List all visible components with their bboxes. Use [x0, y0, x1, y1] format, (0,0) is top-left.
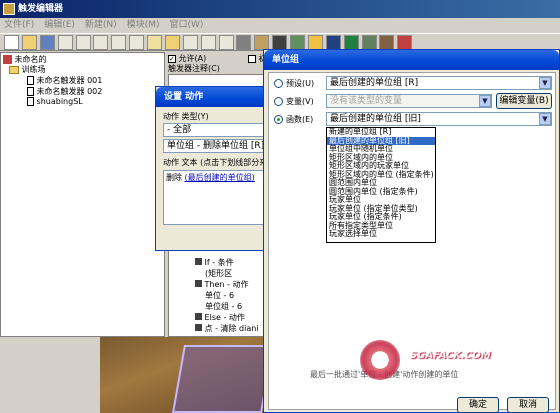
action-node[interactable]: 点 - 清除 diani — [195, 323, 259, 334]
camera-icon[interactable] — [290, 35, 305, 50]
app-icon — [3, 3, 15, 15]
watermark-logo — [360, 340, 400, 380]
comment-icon[interactable] — [200, 35, 216, 50]
action-dialog-titlebar: 设置 动作 — [156, 87, 269, 107]
action-text-label: 动作 文本 (点击下划线部分来 — [163, 158, 268, 167]
sound-icon[interactable] — [272, 35, 288, 50]
menu-item[interactable]: 文件(F) — [4, 20, 34, 30]
preset-radio[interactable]: 预设(U) — [274, 78, 314, 89]
action-type-select[interactable]: - 全部 — [163, 123, 267, 137]
import-icon[interactable] — [361, 35, 377, 50]
action-type-label: 动作 类型(Y) — [163, 112, 209, 121]
new-icon[interactable] — [4, 35, 19, 50]
close-x-icon[interactable] — [147, 35, 162, 50]
function-radio[interactable]: 函数(E) — [274, 114, 313, 125]
action-tree-panel[interactable]: If - 条件 (矩形区 Then - 动作 单位 - 6 单位组 - 6 El… — [168, 240, 268, 337]
function-select[interactable]: 最后创建的单位组 [旧] — [326, 112, 552, 126]
edit-variable-button[interactable]: 编辑变量(B) — [496, 93, 552, 109]
menu-item[interactable]: 编辑(E) — [44, 20, 75, 30]
preset-dropdown-icon[interactable]: ▼ — [539, 77, 551, 89]
terrain-icon[interactable] — [236, 35, 252, 50]
tree-item[interactable]: 未命名触发器 001 — [27, 75, 102, 86]
ok-button[interactable]: 确定 — [457, 397, 499, 413]
menu-item[interactable]: 窗口(W) — [169, 20, 203, 30]
copy-icon[interactable] — [75, 35, 91, 50]
function-dropdown-icon[interactable]: ▼ — [539, 113, 551, 125]
action-select[interactable]: 单位组 - 删除单位组 [R] — [163, 139, 267, 153]
else-icon — [195, 313, 202, 320]
app-title: 触发编辑器 — [18, 4, 64, 14]
unit-icon[interactable] — [254, 35, 270, 50]
variable-select[interactable]: 没有该类型的变量 — [326, 94, 492, 108]
action-node[interactable]: If - 条件 — [195, 257, 234, 268]
paste-icon[interactable] — [93, 35, 109, 50]
ai-icon[interactable] — [343, 35, 359, 50]
action-node[interactable]: 单位 - 6 — [205, 290, 234, 301]
preset-select[interactable]: 最后创建的单位组 [R] — [326, 76, 552, 90]
open-icon[interactable] — [21, 35, 37, 50]
save-icon[interactable] — [39, 35, 55, 50]
action-node[interactable]: Then - 动作 — [195, 279, 248, 290]
tree-item[interactable]: 未命名触发器 002 — [27, 86, 102, 97]
comment-label: 触发器注释(C) — [168, 64, 220, 73]
main-titlebar: 触发编辑器 — [0, 0, 560, 18]
cancel-button[interactable]: 取消 — [507, 397, 549, 413]
tree-category[interactable]: 训练场 — [9, 64, 46, 75]
category-icon[interactable] — [164, 35, 180, 50]
menu-item[interactable]: 模块(M) — [127, 20, 160, 30]
redo-icon[interactable] — [129, 35, 145, 50]
trigger-doc-icon — [27, 97, 34, 106]
folder-icon — [9, 65, 19, 74]
function-option[interactable]: 玩家选择单位 — [327, 229, 435, 239]
point-icon — [195, 324, 202, 331]
function-dropdown-list[interactable]: 新建的单位组 [R] 最后创建的单位组 [旧] 单位组中随机单位 矩形区域内的单位 矩形… — [326, 127, 436, 243]
condition-icon — [195, 258, 202, 265]
action-node[interactable]: (矩形区 — [205, 268, 232, 279]
tree-item[interactable]: shuabingSL — [27, 97, 83, 106]
test-map-icon[interactable] — [218, 35, 234, 50]
action-icon — [195, 280, 202, 287]
unitgroup-titlebar: 单位组 — [264, 50, 559, 70]
script-icon[interactable] — [379, 35, 395, 50]
object-icon[interactable] — [325, 35, 341, 50]
action-dialog: 设置 动作 动作 类型(Y) - 全部 单位组 - 删除单位组 [R] 动作 文… — [155, 86, 270, 251]
play-icon[interactable] — [397, 35, 413, 50]
variable-dropdown-icon[interactable]: ▼ — [479, 95, 491, 107]
menu-bar: 文件(F) 编辑(E) 新建(N) 模块(M) 窗口(W) — [0, 18, 560, 32]
trigger-doc-icon — [27, 76, 34, 85]
action-node[interactable]: 单位组 - 6 — [205, 301, 242, 312]
map-icon — [3, 55, 12, 64]
region-highlight — [172, 345, 274, 413]
action-param-link[interactable]: (最后创建的单位组) — [185, 173, 255, 182]
trigger-icon[interactable] — [182, 35, 198, 50]
action-node[interactable]: Else - 动作 — [195, 312, 245, 323]
watermark-url: SGAFACK.COM — [410, 350, 491, 361]
cut-icon[interactable] — [57, 35, 73, 50]
trigger-tree-panel[interactable]: 未命名的 训练场 未命名触发器 001 未命名触发器 002 shuabingS… — [0, 52, 165, 337]
action-text-box: 删除 (最后创建的单位组) — [163, 170, 267, 225]
region-icon[interactable] — [307, 35, 323, 50]
undo-icon[interactable] — [111, 35, 127, 50]
menu-item[interactable]: 新建(N) — [85, 20, 117, 30]
variable-radio[interactable]: 变量(V) — [274, 96, 314, 107]
trigger-doc-icon — [27, 87, 34, 96]
